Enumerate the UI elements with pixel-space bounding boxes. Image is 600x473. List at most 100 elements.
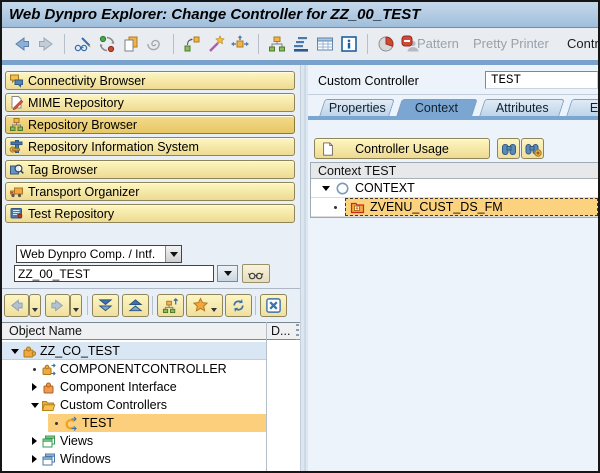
open-in-new-hierarchy-button[interactable]: [157, 294, 184, 317]
expand-all-button[interactable]: [92, 294, 119, 317]
find-button[interactable]: [497, 138, 520, 159]
object-name-input[interactable]: [14, 265, 214, 282]
toolbar-separator: [152, 296, 153, 315]
pattern-button[interactable]: Pattern: [417, 28, 459, 60]
sidebar-item-tag-browser[interactable]: Tag Browser: [5, 160, 295, 179]
splitter-line: [304, 65, 306, 471]
wizard-icon[interactable]: [206, 34, 226, 54]
sidebar-item-test-repository[interactable]: Test Repository: [5, 204, 295, 223]
column-divider[interactable]: [266, 322, 267, 471]
panel-splitter[interactable]: [300, 65, 308, 471]
controller-usage-button[interactable]: Controller Usage: [314, 138, 490, 159]
test-icon[interactable]: [230, 34, 250, 54]
copy-icon[interactable]: [121, 34, 141, 54]
display-object-button[interactable]: [242, 264, 270, 283]
column-description[interactable]: D...: [271, 324, 290, 338]
refresh-icon[interactable]: [97, 34, 117, 54]
history-forward-button[interactable]: [45, 294, 70, 317]
transport-organizer-icon: [9, 184, 24, 199]
custom-controller-input[interactable]: [485, 71, 598, 89]
controller-button[interactable]: Controller: [567, 28, 598, 60]
context-tree-panel: Context TEST CONTEXT ZVENU_CUST_DS_FM: [310, 162, 598, 218]
open-folder-icon: [41, 398, 56, 413]
mime-icon: [9, 95, 24, 110]
select-dropdown-button[interactable]: [165, 246, 181, 262]
close-icon: [265, 297, 282, 314]
sidebar-item-mime-repository[interactable]: MIME Repository: [5, 93, 295, 112]
info-icon[interactable]: [339, 34, 359, 54]
navigator-panel: Connectivity Browser MIME Repository Rep…: [2, 65, 300, 471]
hierarchy-icon[interactable]: [267, 34, 287, 54]
column-object-name[interactable]: Object Name: [9, 324, 82, 338]
sidebar-item-label: MIME Repository: [28, 96, 124, 110]
controller-editor-panel: Custom Controller Properties Context Att…: [308, 65, 598, 471]
context-attribute-icon: [350, 200, 365, 215]
main-toolbar: Pattern Pretty Printer Controller: [2, 28, 598, 60]
find-next-button[interactable]: [521, 138, 544, 159]
expander-icon[interactable]: [28, 437, 41, 445]
expander-icon[interactable]: [319, 186, 332, 191]
tab-attributes[interactable]: Attributes: [479, 99, 565, 116]
divider: [308, 94, 598, 95]
tree-row-label: TEST: [82, 416, 114, 430]
chevron-down-icon: [32, 308, 38, 312]
tree-row[interactable]: COMPONENTCONTROLLER: [2, 360, 300, 378]
tree-row[interactable]: Windows: [2, 450, 300, 468]
toolbar-separator: [87, 296, 88, 315]
history-back-menu-button[interactable]: [29, 294, 41, 317]
expander-icon[interactable]: [28, 383, 41, 391]
expander-icon[interactable]: [28, 455, 41, 463]
sidebar-item-transport-organizer[interactable]: Transport Organizer: [5, 182, 295, 201]
refresh-tree-button[interactable]: [225, 294, 252, 317]
table-display-icon[interactable]: [315, 34, 335, 54]
pretty-printer-button[interactable]: Pretty Printer: [473, 28, 549, 60]
component-icon: [21, 344, 36, 359]
close-browser-button[interactable]: [260, 294, 287, 317]
sidebar-item-repository-information-system[interactable]: Repository Information System: [5, 137, 295, 156]
sidebar-item-connectivity-browser[interactable]: Connectivity Browser: [5, 71, 295, 90]
context-node-row-selected[interactable]: ZVENU_CUST_DS_FM: [311, 198, 598, 217]
double-chevron-up-icon: [127, 297, 144, 314]
tree-row[interactable]: Component Interface: [2, 378, 300, 396]
views-icon: [41, 434, 56, 449]
tree-row-label: Windows: [60, 452, 111, 466]
object-name-history-button[interactable]: [217, 265, 238, 282]
toolbar-separator: [367, 34, 368, 54]
context-root-icon: [335, 181, 350, 196]
context-root-row[interactable]: CONTEXT: [311, 179, 598, 198]
document-icon: [321, 141, 335, 157]
tree-row[interactable]: ZZ_CO_TEST: [2, 342, 300, 360]
sidebar-item-label: Tag Browser: [28, 163, 97, 177]
history-back-button[interactable]: [4, 294, 29, 317]
editor-tabstrip: Properties Context Attributes Events: [322, 99, 598, 116]
back-icon[interactable]: [12, 34, 32, 54]
tree-row[interactable]: Views: [2, 432, 300, 450]
windows-icon: [41, 452, 56, 467]
binoculars-plus-icon: [524, 140, 542, 158]
tree-row-label: COMPONENTCONTROLLER: [60, 362, 227, 376]
tree-row[interactable]: Custom Controllers: [2, 396, 300, 414]
where-used-icon[interactable]: [182, 34, 202, 54]
leaf-bullet-icon: [28, 368, 41, 371]
runtime-analysis-icon[interactable]: [376, 34, 396, 54]
toolbar-separator: [64, 34, 65, 54]
sidebar-item-label: Repository Browser: [28, 118, 137, 132]
collapse-all-button[interactable]: [122, 294, 149, 317]
favorites-button[interactable]: [186, 294, 223, 317]
tab-events[interactable]: Events: [566, 99, 598, 116]
sidebar-item-repository-browser[interactable]: Repository Browser: [5, 115, 295, 134]
inactive-version-icon: [145, 34, 165, 54]
expander-icon[interactable]: [8, 349, 21, 354]
history-forward-menu-button[interactable]: [70, 294, 82, 317]
sort-levels-icon[interactable]: [291, 34, 311, 54]
tab-context[interactable]: Context: [396, 99, 478, 116]
forward-icon[interactable]: [36, 34, 56, 54]
object-type-select[interactable]: Web Dynpro Comp. / Intf.: [16, 245, 182, 263]
tree-row-label: Component Interface: [60, 380, 177, 394]
expander-icon[interactable]: [28, 403, 41, 408]
tab-properties[interactable]: Properties: [319, 99, 395, 116]
back-icon: [8, 297, 25, 314]
sidebar-item-label: Connectivity Browser: [28, 74, 145, 88]
tree-row-selected[interactable]: TEST: [2, 414, 300, 432]
display-change-icon[interactable]: [73, 34, 93, 54]
